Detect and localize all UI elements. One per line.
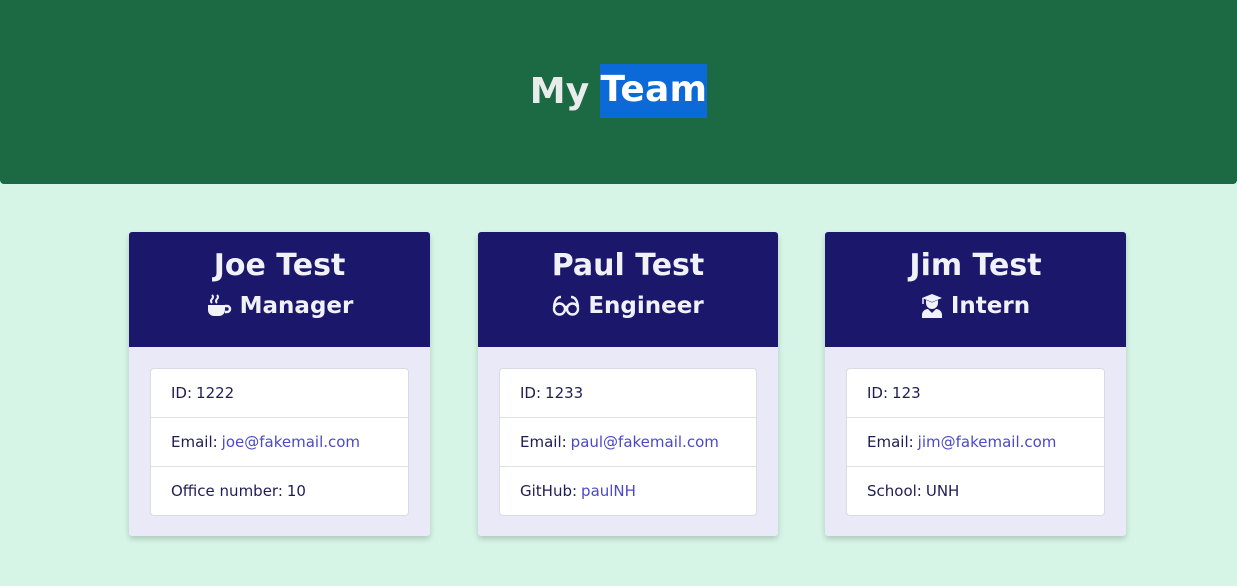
employee-role-label: Engineer bbox=[588, 293, 704, 319]
office-number-value: 10 bbox=[286, 482, 306, 500]
employee-card-manager: Joe Test Manager ID: 1222 Email: joe@fak… bbox=[129, 232, 430, 536]
employee-card-intern: Jim Test Intern ID: 123 Email: jim@fakem… bbox=[825, 232, 1126, 536]
email-label: Email: bbox=[171, 433, 218, 451]
office-number-label: Office number: bbox=[171, 482, 283, 500]
employee-details-list: ID: 1222 Email: joe@fakemail.com Office … bbox=[150, 368, 409, 516]
list-item-email: Email: joe@fakemail.com bbox=[151, 418, 408, 467]
school-value: UNH bbox=[925, 482, 960, 500]
github-label: GitHub: bbox=[520, 482, 578, 500]
employee-card-engineer: Paul Test Engineer ID: 1233 Email: paul@… bbox=[478, 232, 778, 536]
employee-name: Jim Test bbox=[909, 248, 1042, 283]
email-label: Email: bbox=[867, 433, 914, 451]
employee-role: Engineer bbox=[478, 292, 778, 320]
school-label: School: bbox=[867, 482, 922, 500]
id-label: ID: bbox=[171, 384, 193, 402]
header-banner: My Team bbox=[0, 0, 1237, 184]
employee-role-label: Intern bbox=[950, 293, 1031, 319]
graduate-icon bbox=[921, 294, 943, 318]
email-label: Email: bbox=[520, 433, 567, 451]
list-item-id: ID: 1233 bbox=[500, 369, 756, 418]
id-value: 1222 bbox=[196, 384, 235, 402]
employee-name: Joe Test bbox=[213, 248, 346, 283]
employee-details-list: ID: 1233 Email: paul@fakemail.com GitHub… bbox=[499, 368, 757, 516]
id-value: 1233 bbox=[545, 384, 584, 402]
employee-details-list: ID: 123 Email: jim@fakemail.com School: … bbox=[846, 368, 1105, 516]
employee-name: Paul Test bbox=[551, 248, 705, 283]
id-label: ID: bbox=[520, 384, 542, 402]
list-item-id: ID: 123 bbox=[847, 369, 1104, 418]
page-title: My Team bbox=[530, 64, 708, 118]
card-body: ID: 123 Email: jim@fakemail.com School: … bbox=[825, 347, 1126, 516]
card-header: Jim Test Intern bbox=[825, 232, 1126, 347]
card-body: ID: 1233 Email: paul@fakemail.com GitHub… bbox=[478, 347, 778, 516]
card-header: Joe Test Manager bbox=[129, 232, 430, 347]
employee-role: Manager bbox=[129, 292, 430, 320]
email-link[interactable]: jim@fakemail.com bbox=[918, 433, 1057, 451]
email-link[interactable]: joe@fakemail.com bbox=[222, 433, 360, 451]
page-title-word-team-selected[interactable]: Team bbox=[600, 64, 708, 118]
github-link[interactable]: paulNH bbox=[581, 482, 636, 500]
card-body: ID: 1222 Email: joe@fakemail.com Office … bbox=[129, 347, 430, 516]
page-title-word-my: My bbox=[529, 70, 590, 112]
employee-role-label: Manager bbox=[239, 293, 354, 319]
list-item-office-number: Office number: 10 bbox=[151, 467, 408, 515]
employee-role: Intern bbox=[825, 292, 1126, 320]
id-label: ID: bbox=[867, 384, 889, 402]
coffee-icon bbox=[206, 294, 232, 318]
list-item-email: Email: jim@fakemail.com bbox=[847, 418, 1104, 467]
list-item-email: Email: paul@fakemail.com bbox=[500, 418, 756, 467]
list-item-github: GitHub: paulNH bbox=[500, 467, 756, 515]
list-item-school: School: UNH bbox=[847, 467, 1104, 515]
id-value: 123 bbox=[892, 384, 921, 402]
list-item-id: ID: 1222 bbox=[151, 369, 408, 418]
email-link[interactable]: paul@fakemail.com bbox=[571, 433, 719, 451]
card-header: Paul Test Engineer bbox=[478, 232, 778, 347]
glasses-icon bbox=[552, 295, 580, 317]
